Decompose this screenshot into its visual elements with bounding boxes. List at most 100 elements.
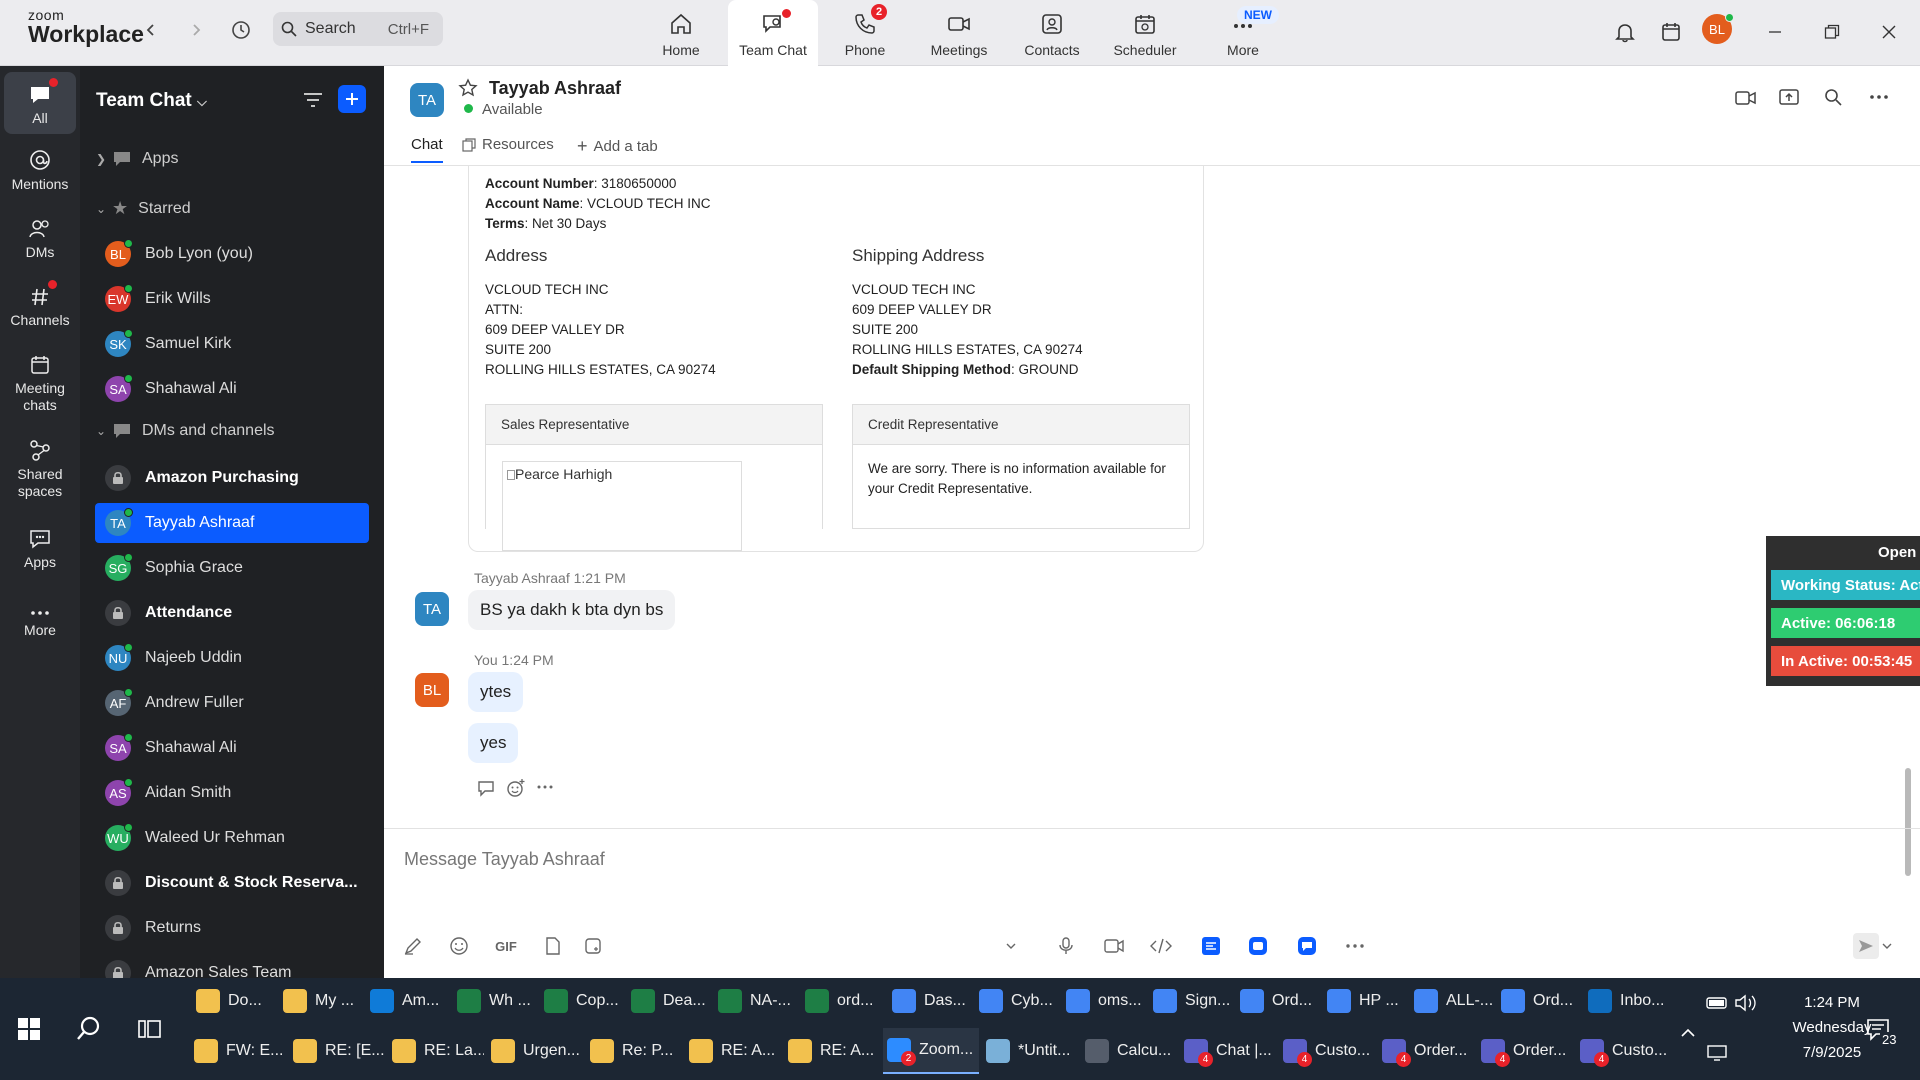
starred-item[interactable]: SA Shahawal Ali (95, 369, 369, 409)
taskbar-app[interactable]: HP ... (1323, 978, 1407, 1024)
taskbar-app[interactable]: Cop... (540, 978, 624, 1024)
tray-chevron-up-icon[interactable] (1680, 1028, 1696, 1038)
contact-avatar[interactable]: TA (410, 83, 444, 117)
history-clock-icon[interactable] (226, 15, 256, 45)
reply-icon[interactable] (476, 779, 496, 797)
taskbar-app[interactable]: Cyb... (975, 978, 1059, 1024)
taskbar-window[interactable]: RE: A... (685, 1028, 781, 1074)
emoji-icon[interactable] (446, 933, 472, 959)
forward-arrow-icon[interactable] (181, 15, 211, 45)
taskbar-app[interactable]: ALL-... (1410, 978, 1494, 1024)
send-icon[interactable] (1853, 933, 1879, 959)
dm-item[interactable]: AS Aidan Smith (95, 773, 369, 813)
taskbar-window[interactable]: RE: A... (784, 1028, 880, 1074)
dm-item[interactable]: SG Sophia Grace (95, 548, 369, 588)
calendar-icon[interactable] (1654, 15, 1688, 49)
search-box[interactable]: Search Ctrl+F (273, 12, 443, 46)
back-arrow-icon[interactable] (136, 15, 166, 45)
more-options-icon[interactable] (1868, 88, 1890, 106)
nav-contacts[interactable]: Contacts (1007, 0, 1097, 66)
taskbar-window[interactable]: Calcu... (1081, 1028, 1177, 1074)
taskbar-window[interactable]: 4 Order... (1477, 1028, 1573, 1074)
minimize-icon[interactable] (1758, 15, 1792, 49)
file-icon[interactable] (540, 933, 566, 959)
rail-shared-spaces[interactable]: Shared spaces (4, 436, 76, 500)
taskbar-app[interactable]: ord... (801, 978, 885, 1024)
my-avatar[interactable]: BL (415, 673, 449, 707)
dm-item[interactable]: TA Tayyab Ashraaf (95, 503, 369, 543)
rail-mentions[interactable]: Mentions (4, 146, 76, 193)
starred-item[interactable]: EW Erik Wills (95, 279, 369, 319)
taskbar-window[interactable]: 4 Order... (1378, 1028, 1474, 1074)
gif-button[interactable]: GIF (491, 933, 521, 959)
contact-name[interactable]: Tayyab Ashraaf (489, 78, 621, 99)
taskbar-app[interactable]: NA-... (714, 978, 798, 1024)
taskbar-window[interactable]: Re: P... (586, 1028, 682, 1074)
volume-icon[interactable] (1734, 994, 1758, 1012)
taskbar-window[interactable]: FW: E... (190, 1028, 286, 1074)
close-icon[interactable] (1872, 15, 1906, 49)
taskbar-app[interactable]: oms... (1062, 978, 1146, 1024)
taskbar-window[interactable]: 4 Custo... (1576, 1028, 1672, 1074)
share-screen-icon[interactable] (1778, 87, 1800, 107)
app-integration-icon[interactable] (1198, 933, 1224, 959)
starred-item[interactable]: BL Bob Lyon (you) (95, 234, 369, 274)
nav-meetings[interactable]: Meetings (914, 0, 1004, 66)
dm-item[interactable]: NU Najeeb Uddin (95, 638, 369, 678)
taskbar-app[interactable]: Das... (888, 978, 972, 1024)
search-icon[interactable] (1824, 88, 1842, 106)
rail-channels[interactable]: Channels (4, 280, 76, 329)
rail-dms[interactable]: DMs (4, 214, 76, 261)
taskbar-app[interactable]: Ord... (1497, 978, 1581, 1024)
taskbar-window[interactable]: 4 Custo... (1279, 1028, 1375, 1074)
open-button[interactable]: Open (1878, 544, 1916, 561)
tab-chat[interactable]: Chat (411, 136, 443, 163)
add-reaction-icon[interactable] (506, 778, 526, 798)
taskbar-app[interactable]: Do... (192, 978, 276, 1024)
code-icon[interactable] (1148, 933, 1174, 959)
composer-more-icon[interactable] (1342, 933, 1368, 959)
dm-item[interactable]: WU Waleed Ur Rehman (95, 818, 369, 858)
tab-add[interactable]: + Add a tab (577, 136, 658, 157)
message-bubble[interactable]: ytes (468, 672, 524, 712)
tab-resources[interactable]: Resources (462, 136, 554, 153)
nav-scheduler[interactable]: Scheduler (1100, 0, 1190, 66)
zoom-app-icon[interactable] (1245, 933, 1271, 959)
new-chat-plus-button[interactable] (338, 85, 366, 113)
section-dms-channels[interactable]: ⌄ DMs and channels (96, 422, 275, 440)
user-avatar[interactable]: BL (1702, 13, 1734, 44)
taskbar-window[interactable]: 4 Chat |... (1180, 1028, 1276, 1074)
channel-item[interactable]: Attendance (95, 593, 369, 633)
taskbar-window[interactable]: *Untit... (982, 1028, 1078, 1074)
zoom-chat-app-icon[interactable] (1294, 933, 1320, 959)
taskbar-app[interactable]: Dea... (627, 978, 711, 1024)
video-call-icon[interactable] (1734, 88, 1758, 108)
star-outline-icon[interactable] (458, 78, 478, 98)
restore-icon[interactable] (1815, 15, 1849, 49)
bell-icon[interactable] (1608, 15, 1642, 49)
channel-item[interactable]: Amazon Sales Team (95, 953, 369, 978)
channel-item[interactable]: Discount & Stock Reserva... (95, 863, 369, 903)
rail-more[interactable]: More (4, 592, 76, 639)
display-icon[interactable] (1706, 1044, 1728, 1062)
notification-center-icon[interactable]: 23 (1866, 1018, 1899, 1047)
starred-item[interactable]: SK Samuel Kirk (95, 324, 369, 364)
taskbar-window[interactable]: Urgen... (487, 1028, 583, 1074)
taskbar-app[interactable]: My ... (279, 978, 363, 1024)
nav-team-chat[interactable]: Team Chat (728, 0, 818, 68)
taskbar-window[interactable]: RE: [E... (289, 1028, 385, 1074)
composer-input[interactable]: Message Tayyab Ashraaf (404, 849, 605, 870)
dm-item[interactable]: SA Shahawal Ali (95, 728, 369, 768)
message-bubble[interactable]: yes (468, 723, 519, 763)
nav-home[interactable]: Home (636, 0, 726, 66)
battery-icon[interactable] (1706, 996, 1730, 1010)
taskbar-app[interactable]: Inbo... (1584, 978, 1668, 1024)
sidebar-title[interactable]: Team Chat ⌵ (96, 90, 207, 112)
taskbar-search-icon[interactable] (75, 1015, 103, 1043)
nav-phone[interactable]: 2 Phone (820, 0, 910, 66)
taskbar-app[interactable]: Am... (366, 978, 450, 1024)
task-view-icon[interactable] (138, 1018, 162, 1040)
rail-apps[interactable]: Apps (4, 524, 76, 571)
rail-meeting-chats[interactable]: Meeting chats (4, 350, 76, 414)
sender-avatar[interactable]: TA (415, 592, 449, 626)
